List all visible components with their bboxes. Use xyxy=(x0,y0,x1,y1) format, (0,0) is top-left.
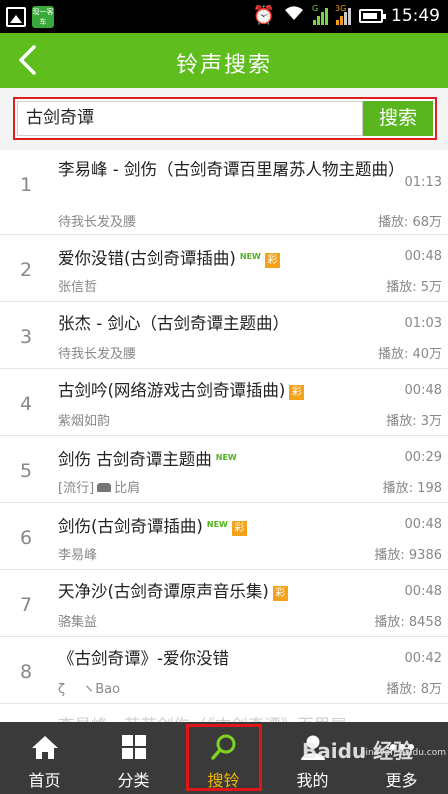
song-artist: 骆集益 xyxy=(58,615,98,630)
song-title-text: 爱你没错(古剑奇谭插曲) xyxy=(58,249,236,268)
item-index: 1 xyxy=(20,174,33,196)
tab-mine-label: 我的 xyxy=(296,771,329,790)
list-item[interactable]: 6 剑伤(古剑奇谭插曲) NEW 彩 00:48 李易峰 播放: 9386 xyxy=(0,503,448,570)
song-title: 天净沙(古剑奇谭原声音乐集) 彩 xyxy=(58,580,288,604)
item-index: 8 xyxy=(20,661,33,683)
item-index: 5 xyxy=(20,460,33,482)
battery-icon xyxy=(359,8,386,23)
image-notification-icon xyxy=(6,7,26,27)
song-title-text: 剑伤(古剑奇谭插曲) xyxy=(58,517,203,536)
alarm-icon: ⏰ xyxy=(252,5,275,26)
song-title: 剑伤(古剑奇谭插曲) NEW 彩 xyxy=(58,513,247,539)
song-title-text: 古剑吟(网络游戏古剑奇谭插曲) xyxy=(58,381,286,400)
grid-icon xyxy=(121,735,146,759)
song-duration: 01:13 xyxy=(404,175,442,190)
wifi-icon xyxy=(283,4,305,27)
play-count: 播放: 198 xyxy=(382,481,442,496)
status-time: 15:49 xyxy=(391,5,440,26)
ringtone-list: 1 李易峰 - 剑伤（古剑奇谭百里屠苏人物主题曲） 01:13 待我长发及腰 播… xyxy=(0,150,448,704)
list-item[interactable]: 8 《古剑奇谭》-爱你没错 00:42 ζ ヽBao 播放: 8万 xyxy=(0,637,448,704)
song-title: 爱你没错(古剑奇谭插曲) NEW 彩 xyxy=(58,245,280,271)
song-artist: [流行] 比肩 xyxy=(58,477,140,496)
song-duration: 00:48 xyxy=(404,584,442,599)
song-duration: 00:29 xyxy=(404,450,442,465)
search-highlight-box: 古剑奇谭 搜索 xyxy=(13,97,437,140)
home-icon xyxy=(31,736,58,759)
song-title: 古剑吟(网络游戏古剑奇谭插曲) 彩 xyxy=(58,379,305,403)
search-button[interactable]: 搜索 xyxy=(363,101,433,136)
play-count: 播放: 9386 xyxy=(374,548,442,563)
tab-more-label: 更多 xyxy=(385,771,418,790)
song-duration: 00:42 xyxy=(404,651,442,666)
tab-home[interactable]: 首页 xyxy=(0,722,89,794)
song-title-text: 天净沙(古剑奇谭原声音乐集) xyxy=(58,582,269,601)
list-item[interactable]: 7 天净沙(古剑奇谭原声音乐集) 彩 00:48 骆集益 播放: 8458 xyxy=(0,570,448,637)
song-artist: 待我长发及腰 xyxy=(58,215,137,230)
search-bar: 古剑奇谭 搜索 xyxy=(0,88,448,150)
new-badge: NEW xyxy=(239,252,261,261)
page-title: 铃声搜索 xyxy=(175,53,272,78)
signal-icon: G xyxy=(312,4,328,25)
song-artist: 张信哲 xyxy=(58,280,98,295)
song-duration: 00:48 xyxy=(404,517,442,532)
new-badge: NEW xyxy=(206,520,228,529)
list-item[interactable]: 5 剑伤 古剑奇谭主题曲 NEW 00:29 [流行] 比肩 播放: 198 xyxy=(0,436,448,503)
caling-badge-icon: 彩 xyxy=(272,586,288,601)
list-item[interactable]: 2 爱你没错(古剑奇谭插曲) NEW 彩 00:48 张信哲 播放: 5万 xyxy=(0,235,448,302)
active-tab-highlight xyxy=(186,724,262,791)
caling-badge-icon: 彩 xyxy=(289,385,305,400)
play-count: 播放: 3万 xyxy=(386,414,442,429)
play-count: 播放: 40万 xyxy=(377,347,442,362)
play-count: 播放: 8万 xyxy=(386,682,442,697)
tab-home-label: 首页 xyxy=(28,771,61,790)
tab-category-label: 分类 xyxy=(117,771,150,790)
status-bar: 现一客车 ⏰ G 3G 15:49 xyxy=(0,0,448,33)
tab-category[interactable]: 分类 xyxy=(89,722,178,794)
song-title: 李易峰 - 剑伤（古剑奇谭百里屠苏人物主题曲） xyxy=(58,160,405,179)
item-index: 4 xyxy=(20,393,33,415)
item-index: 3 xyxy=(20,326,33,348)
song-duration: 01:03 xyxy=(404,316,442,331)
watermark-url: jingyan.baidu.com xyxy=(362,748,446,758)
list-item[interactable]: 4 古剑吟(网络游戏古剑奇谭插曲) 彩 00:48 紫烟如韵 播放: 3万 xyxy=(0,369,448,436)
new-badge: NEW xyxy=(215,453,237,462)
genre-label: [流行] xyxy=(58,481,95,496)
list-item-partial[interactable]: 李易峰 - 苏苏剑伤（《古剑奇谭》百里屠 xyxy=(0,710,448,722)
song-duration: 00:48 xyxy=(404,249,442,264)
song-title-text: 剑伤 古剑奇谭主题曲 xyxy=(58,450,212,469)
song-artist: ζ ヽBao xyxy=(58,682,121,697)
app-header: 铃声搜索 xyxy=(0,33,448,88)
play-count: 播放: 5万 xyxy=(386,280,442,295)
caling-badge-icon: 彩 xyxy=(264,253,280,268)
item-index: 6 xyxy=(20,527,33,549)
app-notification-icon: 现一客车 xyxy=(32,6,54,28)
play-count: 播放: 68万 xyxy=(377,215,442,230)
signal-3g-icon: 3G xyxy=(335,4,351,25)
artist-name: 比肩 xyxy=(114,481,141,496)
item-index: 2 xyxy=(20,259,33,281)
song-duration: 00:48 xyxy=(404,383,442,398)
song-title: 李易峰 - 苏苏剑伤（《古剑奇谭》百里屠 xyxy=(58,712,347,722)
list-item[interactable]: 3 张杰 - 剑心（古剑奇谭主题曲） 01:03 待我长发及腰 播放: 40万 xyxy=(0,302,448,369)
play-count: 播放: 8458 xyxy=(374,615,442,630)
song-title: 剑伤 古剑奇谭主题曲 NEW xyxy=(58,446,237,472)
song-artist: 李易峰 xyxy=(58,548,98,563)
song-artist: 待我长发及腰 xyxy=(58,347,137,362)
song-title: 《古剑奇谭》-爱你没错 xyxy=(58,649,229,668)
search-input[interactable]: 古剑奇谭 xyxy=(17,101,363,136)
song-artist: 紫烟如韵 xyxy=(58,414,111,429)
song-title: 张杰 - 剑心（古剑奇谭主题曲） xyxy=(58,314,289,333)
android-icon xyxy=(97,483,112,492)
item-index: 7 xyxy=(20,594,33,616)
caling-badge-icon: 彩 xyxy=(231,521,247,536)
list-item[interactable]: 1 李易峰 - 剑伤（古剑奇谭百里屠苏人物主题曲） 01:13 待我长发及腰 播… xyxy=(0,150,448,235)
